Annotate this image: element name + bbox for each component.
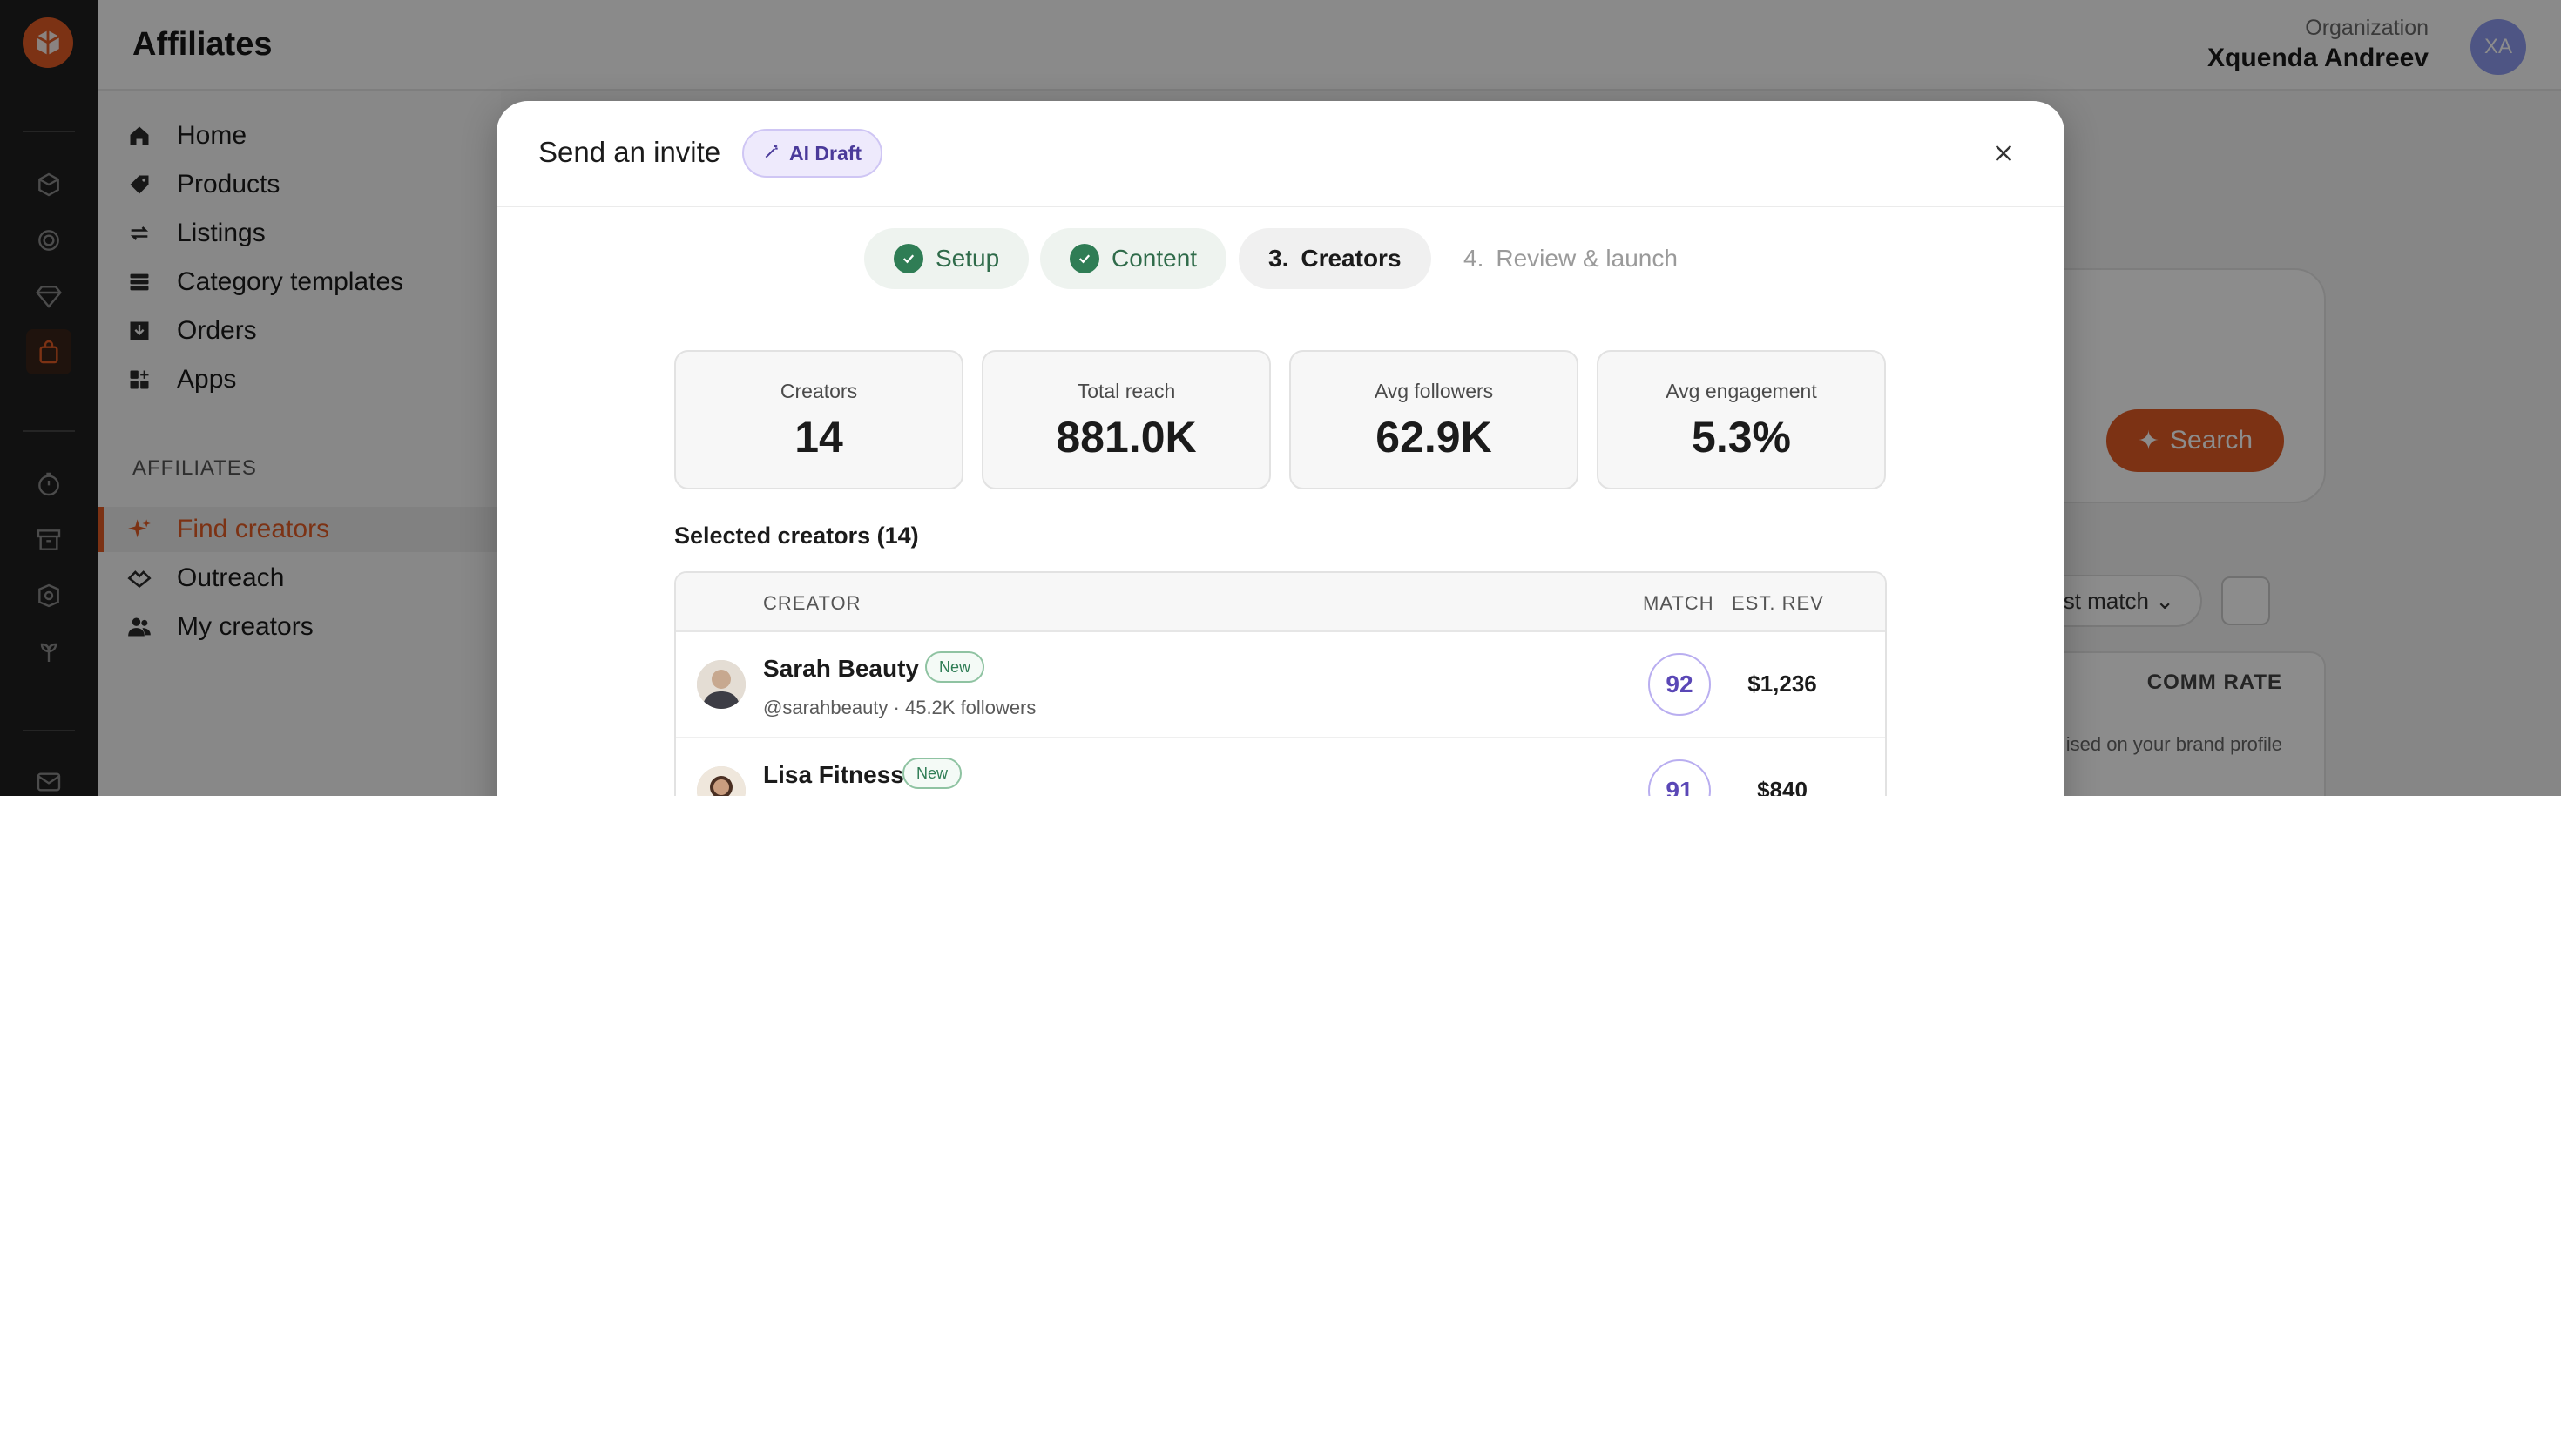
step-review-launch[interactable]: 4. Review & launch xyxy=(1434,228,1707,289)
creator-avatar xyxy=(697,766,746,796)
stat-creators: Creators 14 xyxy=(674,350,963,489)
check-icon xyxy=(1070,244,1099,273)
column-header-creator: CREATOR xyxy=(763,592,862,614)
selected-creators-table: CREATOR MATCH EST. REV Sarah Beauty New … xyxy=(674,571,1887,796)
stat-total-reach: Total reach 881.0K xyxy=(982,350,1271,489)
new-badge: New xyxy=(925,651,985,683)
column-header-est-rev: EST. REV xyxy=(1732,592,1824,614)
creator-avatar xyxy=(697,660,746,709)
app-viewport: Affiliates Organization Xquenda Andreev … xyxy=(0,0,2561,796)
selected-creators-title: Selected creators (14) xyxy=(674,522,919,549)
stat-avg-engagement: Avg engagement 5.3% xyxy=(1597,350,1886,489)
check-icon xyxy=(894,244,923,273)
table-row[interactable]: Sarah Beauty New @sarahbeauty · 45.2K fo… xyxy=(676,632,1885,738)
step-content[interactable]: Content xyxy=(1040,228,1227,289)
close-button[interactable] xyxy=(1984,134,2023,172)
close-icon xyxy=(1995,145,2012,162)
wizard-stepper: Setup Content 3. Creators 4. Review & la… xyxy=(497,228,2064,289)
creator-name: Lisa Fitness xyxy=(763,761,904,788)
ai-draft-badge: AI Draft xyxy=(742,129,883,178)
column-header-match: MATCH xyxy=(1643,592,1714,614)
step-setup[interactable]: Setup xyxy=(864,228,1030,289)
table-row[interactable]: Lisa Fitness New 91 $840 xyxy=(676,738,1885,796)
estimated-revenue: $1,236 xyxy=(1747,671,1817,697)
creator-name: Sarah Beauty xyxy=(763,655,919,682)
estimated-revenue: $840 xyxy=(1757,777,1808,796)
step-creators[interactable]: 3. Creators xyxy=(1239,228,1431,289)
stat-avg-followers: Avg followers 62.9K xyxy=(1289,350,1578,489)
match-score: 92 xyxy=(1648,653,1711,716)
modal-title: Send an invite xyxy=(538,136,721,168)
creator-meta: @sarahbeauty · 45.2K followers xyxy=(763,697,1037,718)
new-badge: New xyxy=(902,758,963,789)
table-header: CREATOR MATCH EST. REV xyxy=(676,573,1885,632)
modal-header: Send an invite AI Draft xyxy=(497,101,2064,207)
match-score: 91 xyxy=(1648,759,1711,796)
magic-wand-icon xyxy=(763,142,780,165)
send-invite-modal: Send an invite AI Draft Setup Content 3.… xyxy=(497,101,2064,796)
